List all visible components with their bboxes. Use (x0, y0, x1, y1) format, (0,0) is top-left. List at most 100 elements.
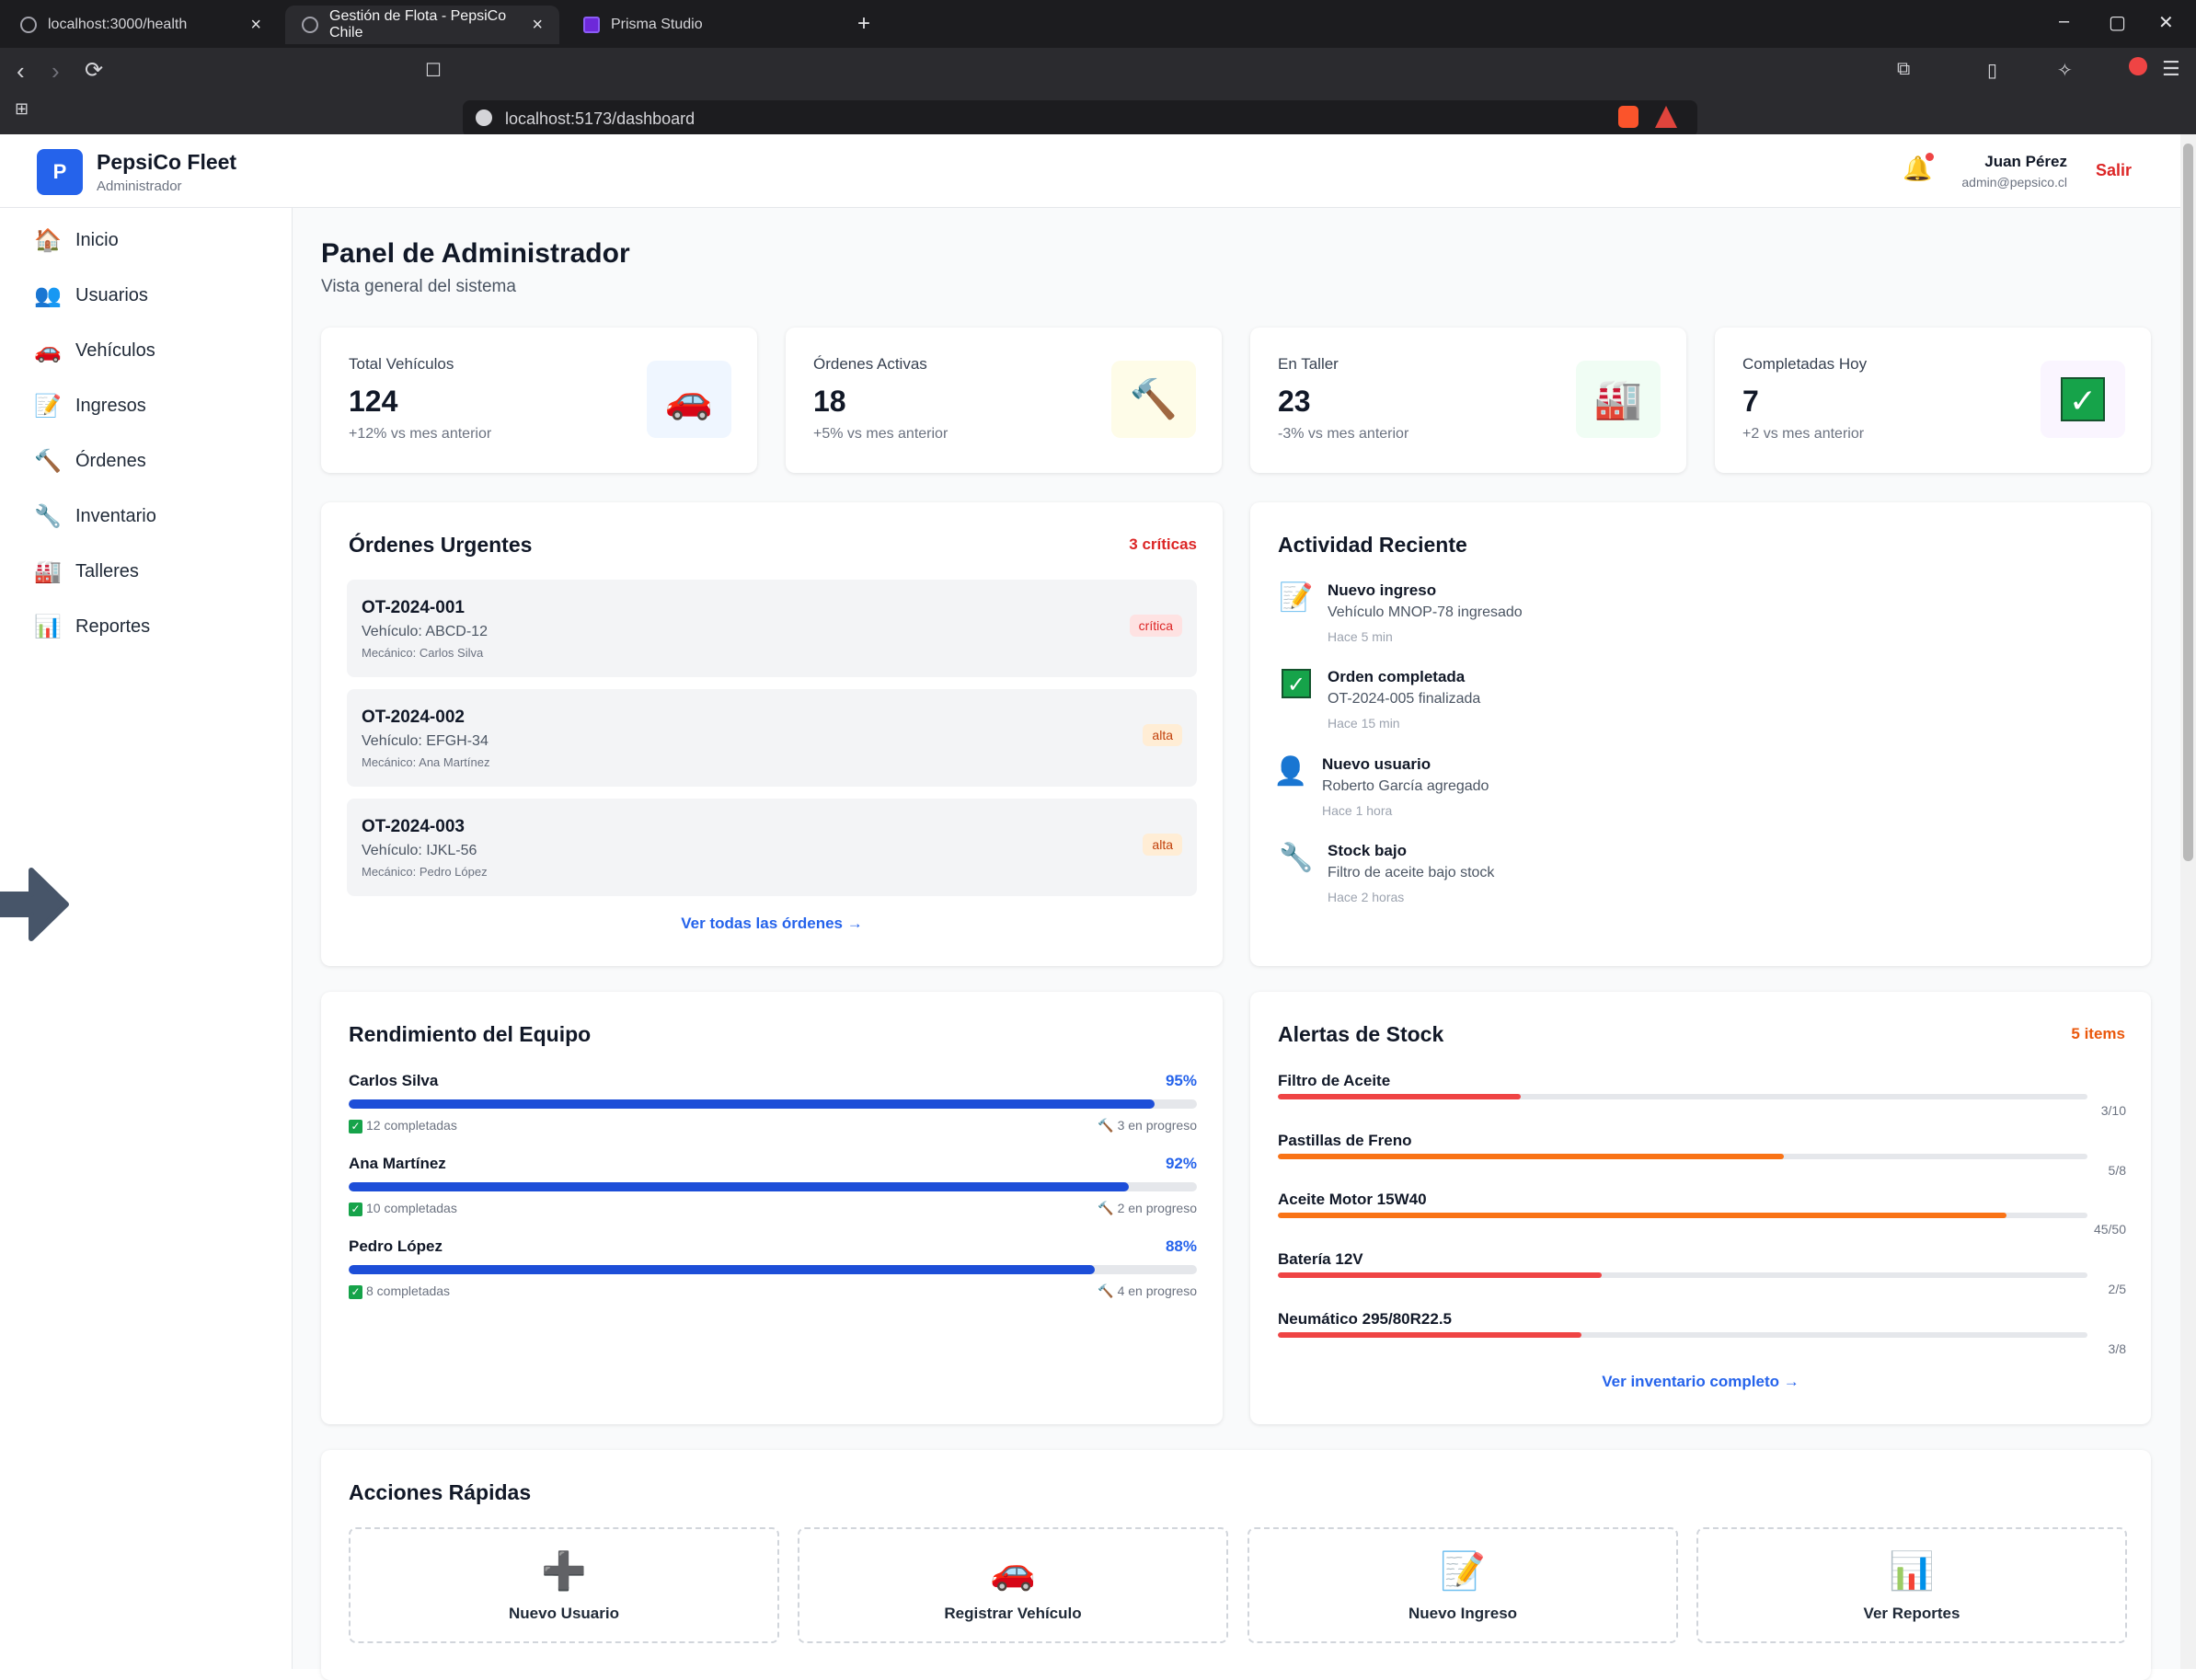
register-vehicle-button[interactable]: 🚗 Registrar Vehículo (798, 1527, 1228, 1643)
activity-desc: Vehículo MNOP-78 ingresado (1328, 604, 1523, 620)
forward-icon[interactable]: › (52, 57, 60, 86)
apps-icon[interactable]: ⊞ (15, 99, 29, 119)
sidebar-item-talleres[interactable]: 🏭 Talleres (33, 553, 139, 590)
in-progress-count: 🔨 2 en progreso (1098, 1201, 1197, 1216)
factory-icon: 🏭 (34, 558, 62, 584)
hammer-icon: 🔨 (1098, 1118, 1114, 1133)
address-bar[interactable]: localhost:5173/dashboard (463, 100, 1697, 137)
progress-fill (349, 1099, 1155, 1109)
stock-fill (1278, 1272, 1602, 1278)
bookmark-icon[interactable]: ☐ (425, 59, 442, 82)
factory-icon: 🏭 (1576, 361, 1661, 438)
scrollbar-thumb[interactable] (2183, 144, 2193, 861)
new-entry-button[interactable]: 📝 Nuevo Ingreso (1247, 1527, 1678, 1643)
stock-name: Aceite Motor 15W40 (1278, 1191, 1427, 1208)
profile-icon[interactable] (2129, 57, 2147, 75)
globe-icon (20, 17, 37, 33)
order-item[interactable]: OT-2024-001 Vehículo: ABCD-12 Mecánico: … (347, 580, 1197, 677)
back-icon[interactable]: ‹ (17, 57, 25, 86)
sidebar-item-label: Inicio (75, 229, 119, 250)
stat-label: En Taller (1278, 355, 1339, 373)
sidebar-item-vehiculos[interactable]: 🚗 Vehículos (33, 332, 155, 369)
stock-track (1278, 1213, 2087, 1218)
activity-title: Nuevo ingreso (1328, 581, 1437, 599)
chart-icon: 📊 (1889, 1551, 1935, 1592)
stock-fill (1278, 1213, 2006, 1218)
check-icon: ✓ (349, 1119, 362, 1133)
order-mechanic: Mecánico: Ana Martínez (362, 755, 490, 769)
hammer-icon: 🔨 (1111, 361, 1196, 438)
arrow-right-icon (0, 868, 69, 941)
sidebar-item-usuarios[interactable]: 👥 Usuarios (33, 277, 148, 314)
browser-tab-bar: localhost:3000/health × Gestión de Flota… (0, 0, 2196, 48)
close-tab-icon[interactable]: × (532, 15, 543, 36)
browser-toolbar: ‹ › ⟳ ☐ localhost:5173/dashboard ⧉ ▯ ✧ ☰… (0, 48, 2196, 167)
in-progress-text: 2 en progreso (1117, 1201, 1197, 1215)
top-header: P PepsiCo Fleet Administrador 🔔 Juan Pér… (0, 134, 2180, 208)
member-name: Carlos Silva (349, 1072, 439, 1089)
browser-tab-prisma[interactable]: Prisma Studio (567, 6, 843, 44)
order-item[interactable]: OT-2024-003 Vehículo: IJKL-56 Mecánico: … (347, 799, 1197, 896)
sidebar-item-reportes[interactable]: 📊 Reportes (33, 608, 150, 645)
rewards-icon[interactable] (1655, 106, 1677, 128)
extensions-icon[interactable]: ⧉ (1897, 59, 1910, 80)
close-window-button[interactable]: ✕ (2158, 11, 2174, 34)
new-tab-button[interactable]: + (857, 11, 870, 37)
progress-fill (349, 1265, 1096, 1274)
action-label: Ver Reportes (1863, 1605, 1960, 1622)
stock-track (1278, 1154, 2087, 1159)
completed-count: ✓ 8 completadas (349, 1283, 450, 1299)
activity-desc: OT-2024-005 finalizada (1328, 691, 1481, 707)
sidebar-item-label: Usuarios (75, 284, 148, 305)
sidebar-item-label: Vehículos (75, 339, 155, 361)
user-icon: 👤 (1273, 756, 1308, 787)
page-title: Panel de Administrador (321, 238, 630, 269)
maximize-button[interactable]: ▢ (2109, 11, 2126, 34)
sidebar-item-inicio[interactable]: 🏠 Inicio (33, 222, 119, 259)
sidebar-item-label: Inventario (75, 505, 156, 526)
minimize-button[interactable]: – (2059, 11, 2069, 32)
sidebar-item-ingresos[interactable]: 📝 Ingresos (33, 387, 146, 424)
sidebar-toggle-icon[interactable]: ▯ (1987, 59, 1997, 82)
priority-badge: alta (1143, 724, 1182, 746)
progress-track (349, 1182, 1197, 1191)
recent-activity-card: Actividad Reciente 📝 Nuevo ingreso Vehíc… (1250, 502, 2151, 966)
order-id: OT-2024-001 (362, 598, 465, 617)
leo-ai-icon[interactable]: ✧ (2057, 59, 2073, 82)
memo-icon: 📝 (1440, 1551, 1486, 1592)
stock-track (1278, 1332, 2087, 1338)
new-user-button[interactable]: ➕ Nuevo Usuario (349, 1527, 779, 1643)
browser-tab-health[interactable]: localhost:3000/health × (4, 6, 278, 44)
car-icon: 🚗 (34, 338, 62, 363)
order-vehicle: Vehículo: IJKL-56 (362, 843, 477, 858)
check-icon: ✓ (349, 1284, 362, 1299)
reload-icon[interactable]: ⟳ (85, 57, 103, 84)
order-mechanic: Mecánico: Pedro López (362, 865, 488, 879)
site-info-icon[interactable] (476, 109, 492, 126)
in-progress-text: 4 en progreso (1117, 1283, 1197, 1298)
stock-fill (1278, 1094, 1521, 1099)
view-inventory-link[interactable]: Ver inventario completo → (1250, 1373, 2151, 1391)
brave-shield-icon[interactable] (1618, 106, 1638, 128)
sidebar-item-inventario[interactable]: 🔧 Inventario (33, 498, 156, 535)
app-logo: P (37, 149, 83, 195)
car-icon: 🚗 (647, 361, 731, 438)
activity-time: Hace 5 min (1328, 629, 1393, 644)
activity-title: Orden completada (1328, 668, 1466, 685)
stock-count: 3/8 (2108, 1341, 2126, 1356)
view-all-orders-link[interactable]: Ver todas las órdenes → (321, 915, 1223, 933)
stock-track (1278, 1272, 2087, 1278)
close-tab-icon[interactable]: × (250, 15, 261, 36)
in-progress-text: 3 en progreso (1117, 1118, 1197, 1133)
sidebar-item-ordenes[interactable]: 🔨 Órdenes (33, 443, 146, 479)
stock-count-badge: 5 items (2071, 1025, 2125, 1042)
completed-count: ✓ 12 completadas (349, 1118, 457, 1133)
menu-icon[interactable]: ☰ (2162, 57, 2180, 81)
order-item[interactable]: OT-2024-002 Vehículo: EFGH-34 Mecánico: … (347, 689, 1197, 787)
view-reports-button[interactable]: 📊 Ver Reportes (1696, 1527, 2127, 1643)
stock-count: 2/5 (2108, 1282, 2126, 1296)
browser-tab-gestion[interactable]: Gestión de Flota - PepsiCo Chile × (285, 6, 559, 44)
stat-label: Completadas Hoy (1742, 355, 1868, 373)
hammer-icon: 🔨 (1098, 1201, 1114, 1215)
logout-button[interactable]: Salir (2096, 161, 2132, 180)
